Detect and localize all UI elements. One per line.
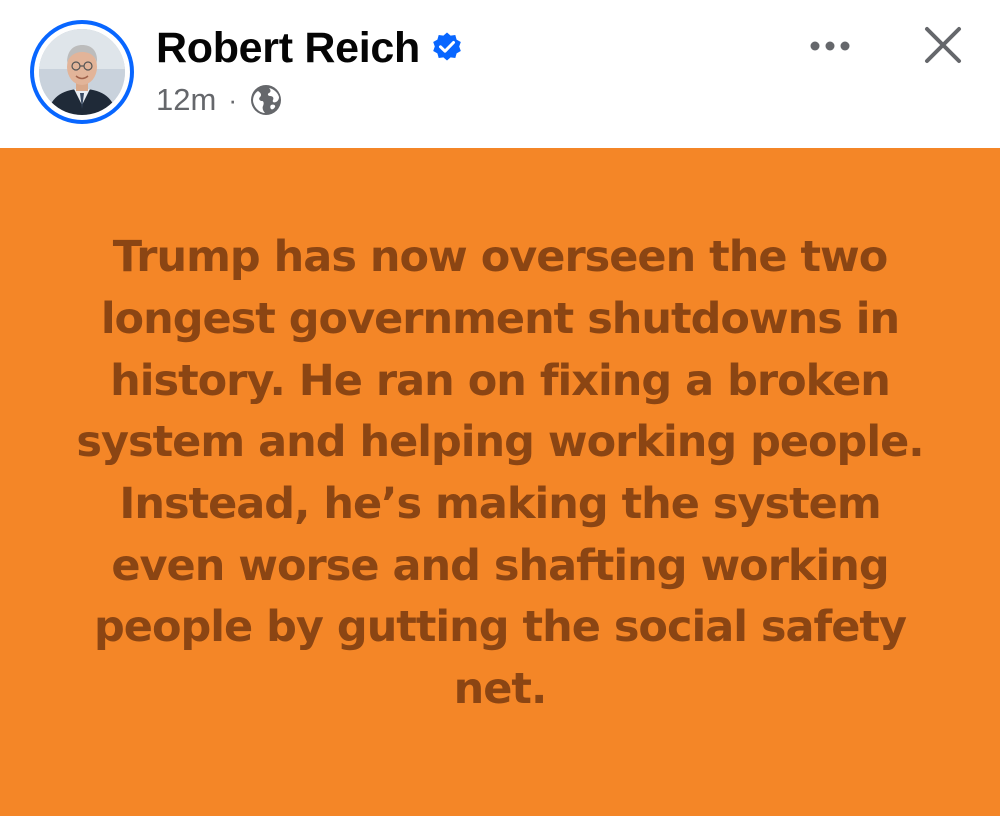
close-button[interactable] <box>918 20 968 70</box>
globe-icon[interactable] <box>249 83 283 117</box>
meta-separator: · <box>228 84 237 115</box>
post-background-card[interactable]: Trump has now overseen the two longest g… <box>0 148 1000 816</box>
close-icon <box>925 27 961 63</box>
post-header: Robert Reich 12m · <box>0 0 1000 148</box>
author-name[interactable]: Robert Reich <box>156 24 420 73</box>
verified-badge-icon <box>433 32 461 61</box>
post-timestamp[interactable]: 12m <box>156 82 216 118</box>
avatar[interactable] <box>30 20 134 124</box>
author-row: Robert Reich <box>156 22 464 74</box>
avatar-photo <box>39 29 125 115</box>
post-text: Trump has now overseen the two longest g… <box>76 232 924 715</box>
more-options-icon <box>810 41 850 51</box>
more-options-button[interactable] <box>800 24 860 68</box>
post-meta: 12m · <box>156 80 283 120</box>
